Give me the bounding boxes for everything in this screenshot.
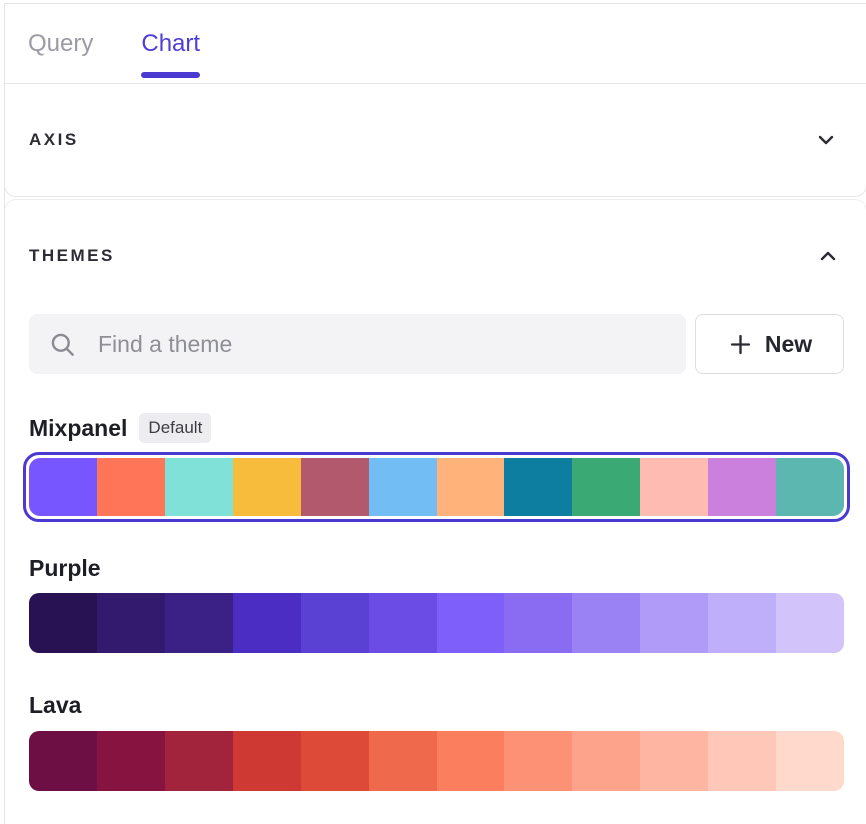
theme-name-purple: Purple [29,555,101,582]
tab-query[interactable]: Query [28,4,93,83]
active-tab-underline [141,72,200,78]
swatch [776,458,844,516]
swatch [640,593,708,653]
theme-swatch-row-lava[interactable] [29,731,844,791]
section-axis: AXIS [4,83,866,197]
theme-swatch-row-purple[interactable] [29,593,844,653]
selected-theme-frame [23,452,850,522]
swatch [640,458,708,516]
new-theme-button-label: New [765,331,812,358]
chart-settings-panel: Query Chart AXIS THEMES New [4,3,866,824]
theme-search [29,314,686,374]
swatch [437,458,505,516]
swatch [572,593,640,653]
swatch [708,731,776,791]
swatch [640,731,708,791]
swatch [301,458,369,516]
swatch [369,458,437,516]
swatch [776,593,844,653]
swatch [301,731,369,791]
tab-chart-label: Chart [141,30,200,58]
plus-icon [727,331,754,358]
tab-query-label: Query [28,30,93,58]
swatch [165,731,233,791]
theme-search-input[interactable] [29,314,686,374]
section-themes: THEMES New Mixpanel Default Purple [4,199,866,824]
swatch [572,458,640,516]
swatch [437,593,505,653]
themes-collapse-button[interactable] [812,240,844,272]
swatch [165,458,233,516]
new-theme-button[interactable]: New [695,314,844,374]
swatch [504,593,572,653]
swatch [29,458,97,516]
tab-chart[interactable]: Chart [141,4,200,83]
swatch [97,593,165,653]
swatch [29,593,97,653]
swatch [369,731,437,791]
chevron-up-icon [816,244,840,268]
theme-name-lava: Lava [29,692,81,719]
swatch [233,458,301,516]
swatch [29,731,97,791]
axis-collapse-button[interactable] [810,124,842,156]
default-badge: Default [139,413,211,443]
swatch [504,458,572,516]
swatch [97,458,165,516]
tab-bar: Query Chart [5,4,866,83]
swatch [572,731,640,791]
theme-label-row-mixpanel: Mixpanel Default [29,412,844,444]
theme-name-mixpanel: Mixpanel [29,415,127,442]
theme-label-row-purple: Purple [29,552,844,584]
swatch [301,593,369,653]
theme-toolbar: New [29,314,844,374]
swatch [708,458,776,516]
theme-swatch-row-mixpanel[interactable] [29,458,844,516]
swatch [369,593,437,653]
swatch [708,593,776,653]
swatch [504,731,572,791]
theme-label-row-lava: Lava [29,689,844,721]
swatch [776,731,844,791]
chevron-down-icon [814,128,838,152]
swatch [437,731,505,791]
swatch [233,593,301,653]
axis-section-title: AXIS [29,130,79,150]
swatch [97,731,165,791]
themes-section-header: THEMES [29,242,844,270]
swatch [165,593,233,653]
swatch [233,731,301,791]
themes-section-title: THEMES [29,246,115,266]
